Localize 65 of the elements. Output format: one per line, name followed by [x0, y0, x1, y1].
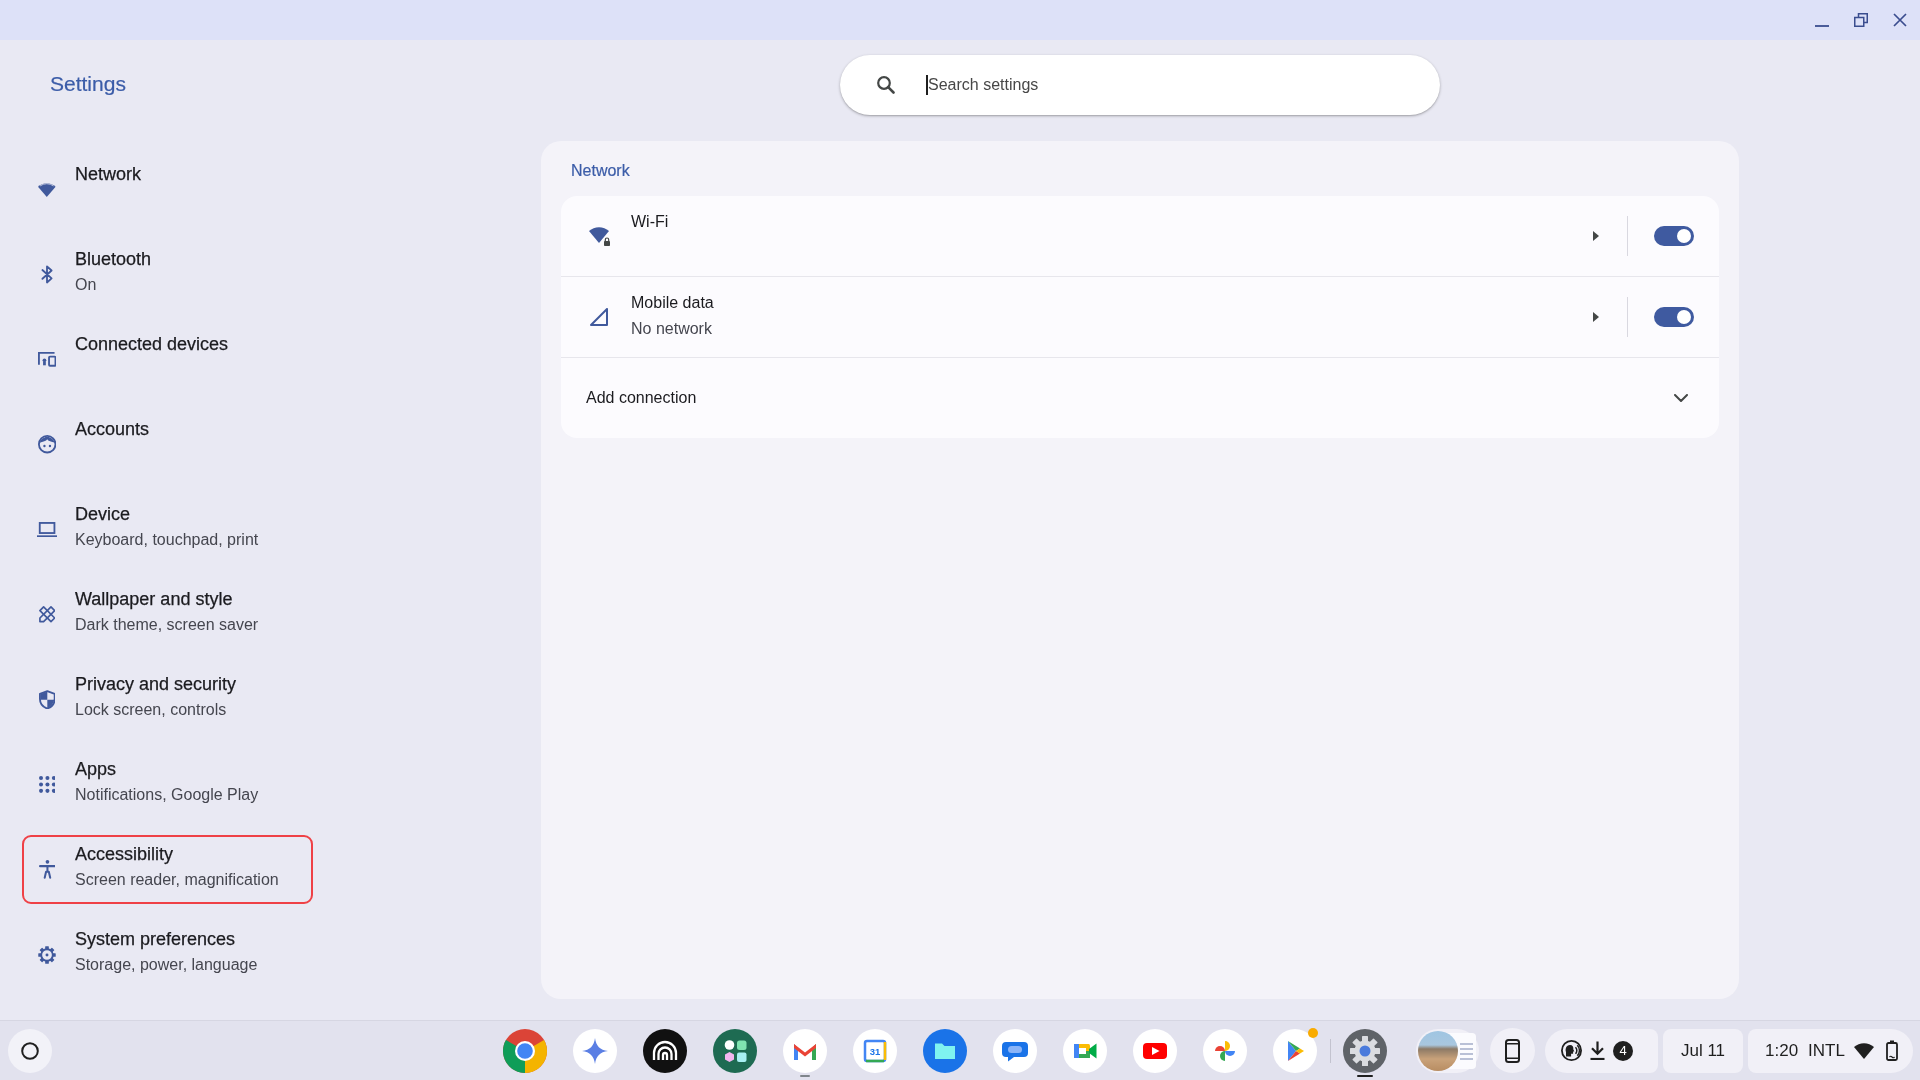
sidebar-item[interactable]: System preferences Storage, power, language [22, 920, 313, 989]
folder-icon[interactable] [923, 1028, 967, 1073]
shapes-icon[interactable] [713, 1028, 757, 1073]
speaking-head-icon [1561, 1040, 1582, 1061]
devices-icon [37, 352, 57, 367]
sidebar-item[interactable]: Network [22, 155, 313, 224]
input-method-text: INTL [1808, 1040, 1845, 1061]
sidebar-item[interactable]: Bluetooth On [22, 240, 313, 309]
pinwheel-icon[interactable] [1203, 1028, 1247, 1073]
sidebar-item[interactable]: Privacy and security Lock screen, controls [22, 665, 313, 734]
face-icon [37, 435, 57, 454]
arches-icon[interactable] [643, 1028, 687, 1073]
sidebar-item[interactable]: Connected devices [22, 325, 313, 394]
shield-icon [38, 689, 56, 710]
section-heading: Network [571, 161, 630, 181]
restore-icon [1854, 13, 1868, 27]
holding-space-button[interactable] [1416, 1028, 1479, 1073]
download-icon [1590, 1040, 1605, 1061]
date-button[interactable]: Jul 11 [1663, 1028, 1743, 1073]
photo-placeholder [1418, 1030, 1458, 1071]
search-field[interactable]: Search settings [840, 55, 1440, 115]
gear-icon [38, 945, 56, 964]
phone-hub-button[interactable] [1490, 1028, 1535, 1073]
settings-icon[interactable] [1343, 1028, 1387, 1073]
calendar-icon[interactable]: 31 [853, 1028, 897, 1073]
battery-icon [1885, 1040, 1898, 1061]
accessibility-icon [38, 860, 56, 879]
close-icon [1893, 13, 1907, 27]
notification-count: 4 [1613, 1040, 1633, 1061]
connection-row[interactable]: Mobile data No network [561, 277, 1627, 357]
search-icon [877, 76, 895, 94]
app-title: Settings [50, 72, 126, 95]
pencil-ruler-icon [38, 606, 56, 623]
wifi-lock-icon [588, 226, 610, 246]
laptop-icon [36, 521, 58, 538]
phone-icon [1505, 1038, 1520, 1063]
sparkle-icon[interactable] [573, 1028, 617, 1073]
ring-icon [21, 1041, 39, 1060]
caret-right-icon [1593, 231, 1599, 241]
sidebar-item[interactable]: Device Keyboard, touchpad, print [22, 495, 313, 564]
toggle-switch[interactable] [1654, 226, 1694, 246]
signal-triangle-icon [590, 308, 608, 326]
system-tray-button[interactable]: 1:20 INTL [1748, 1028, 1913, 1073]
envelope-icon[interactable] [783, 1028, 827, 1073]
ring-logo-icon[interactable] [503, 1028, 547, 1073]
caret-right-icon [1593, 312, 1599, 322]
expandable-row[interactable]: Add connection [561, 358, 1719, 438]
wifi-icon [38, 182, 56, 197]
video-camera-icon[interactable] [1063, 1028, 1107, 1073]
bluetooth-icon [41, 265, 53, 284]
launcher-button[interactable] [8, 1028, 52, 1073]
sidebar-item[interactable]: Accessibility Screen reader, magnification [22, 835, 313, 904]
sidebar-item[interactable]: Apps Notifications, Google Play [22, 750, 313, 819]
status-area-button[interactable]: 4 [1545, 1028, 1658, 1073]
connection-row[interactable]: Wi-Fi [561, 196, 1627, 276]
calendar-day-text: 31 [869, 1045, 881, 1057]
toggle-switch[interactable] [1654, 307, 1694, 327]
chat-bubble-icon[interactable] [993, 1028, 1037, 1073]
wifi-icon [1853, 1042, 1874, 1059]
play-button-icon[interactable] [1133, 1028, 1177, 1073]
grid-icon [38, 776, 56, 793]
sidebar-item[interactable]: Wallpaper and style Dark theme, screen saver [22, 580, 313, 649]
clock-text: 1:20 [1765, 1040, 1799, 1061]
minimize-icon [1815, 25, 1829, 27]
sidebar-item[interactable]: Accounts [22, 410, 313, 479]
